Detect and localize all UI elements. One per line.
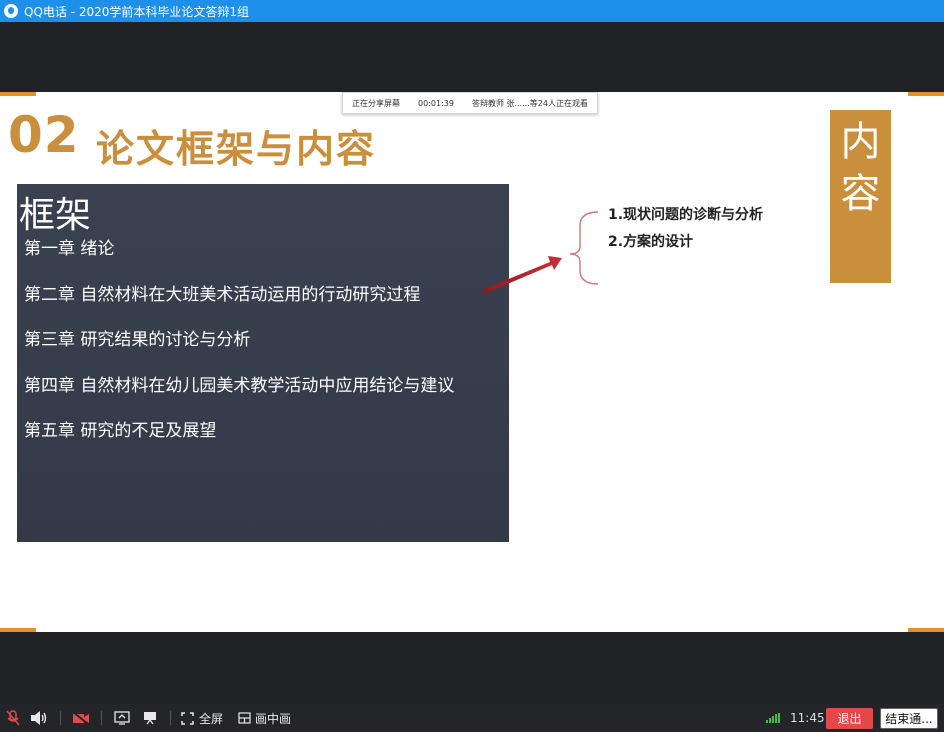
screen-share-banner[interactable]: 正在分享屏幕 00:01:39 答辩教师 张......等24人正在观看 (342, 92, 598, 114)
window-title: QQ电话 - 2020学前本科毕业论文答辩1组 (24, 4, 250, 19)
picture-in-picture-button[interactable]: 画中画 (255, 710, 291, 727)
screen-share-icon[interactable] (108, 704, 136, 732)
chapter-item: 第一章 绪论 (24, 239, 115, 259)
camera-off-icon[interactable] (67, 704, 95, 732)
signal-strength-icon (766, 713, 780, 723)
arrow-shape (482, 256, 562, 294)
call-toolbar: 全屏 画中画 11:45 退出 结束通... (0, 704, 944, 732)
toolbar-divider (101, 711, 102, 725)
framework-heading: 框架 (19, 195, 92, 236)
sub-point-item: 2.方案的设计 (608, 234, 694, 250)
corner-accent (908, 92, 944, 96)
sub-points-list: 1.现状问题的诊断与分析 2.方案的设计 (608, 202, 763, 256)
fullscreen-icon[interactable] (177, 704, 197, 732)
toolbar-divider (60, 711, 61, 725)
fullscreen-button[interactable]: 全屏 (199, 710, 223, 727)
slide-number: 02 (8, 106, 80, 164)
side-tag-char: 容 (840, 171, 881, 217)
shared-screen-slide: 正在分享屏幕 00:01:39 答辩教师 张......等24人正在观看 02 … (0, 92, 944, 632)
share-status: 正在分享屏幕 (352, 98, 400, 108)
end-call-button[interactable]: 结束通... (880, 708, 938, 729)
share-viewers: 答辩教师 张......等24人正在观看 (471, 98, 588, 108)
speaker-icon[interactable] (24, 704, 54, 732)
chapter-item: 第二章 自然材料在大班美术活动运用的行动研究过程 (24, 285, 421, 305)
chapter-item: 第三章 研究结果的讨论与分析 (24, 330, 251, 350)
corner-accent (0, 92, 36, 96)
content-side-tag: 内 容 (830, 110, 891, 283)
framework-box: 框架 第一章 绪论 第二章 自然材料在大班美术活动运用的行动研究过程 第三章 研… (17, 184, 509, 542)
chapter-item: 第四章 自然材料在幼儿园美术教学活动中应用结论与建议 (24, 376, 455, 396)
sub-point-item: 1.现状问题的诊断与分析 (608, 207, 764, 223)
slide-title: 论文框架与内容 (96, 126, 377, 171)
call-clock: 11:45 (790, 711, 825, 725)
picture-in-picture-icon[interactable] (235, 704, 253, 732)
mic-muted-icon[interactable] (2, 704, 24, 732)
video-letterbox-bottom (0, 632, 944, 704)
presentation-icon[interactable] (136, 704, 164, 732)
toolbar-divider (170, 711, 171, 725)
qq-logo-icon (4, 4, 18, 18)
side-tag-char: 内 (840, 119, 881, 165)
window-titlebar: QQ电话 - 2020学前本科毕业论文答辩1组 (0, 0, 944, 22)
leave-call-button[interactable]: 退出 (826, 708, 873, 729)
share-timer: 00:01:39 (418, 98, 454, 108)
video-letterbox-top (0, 22, 944, 92)
brace-shape (569, 211, 599, 285)
pointer-arrow (482, 211, 599, 294)
chapter-item: 第五章 研究的不足及展望 (24, 421, 217, 441)
